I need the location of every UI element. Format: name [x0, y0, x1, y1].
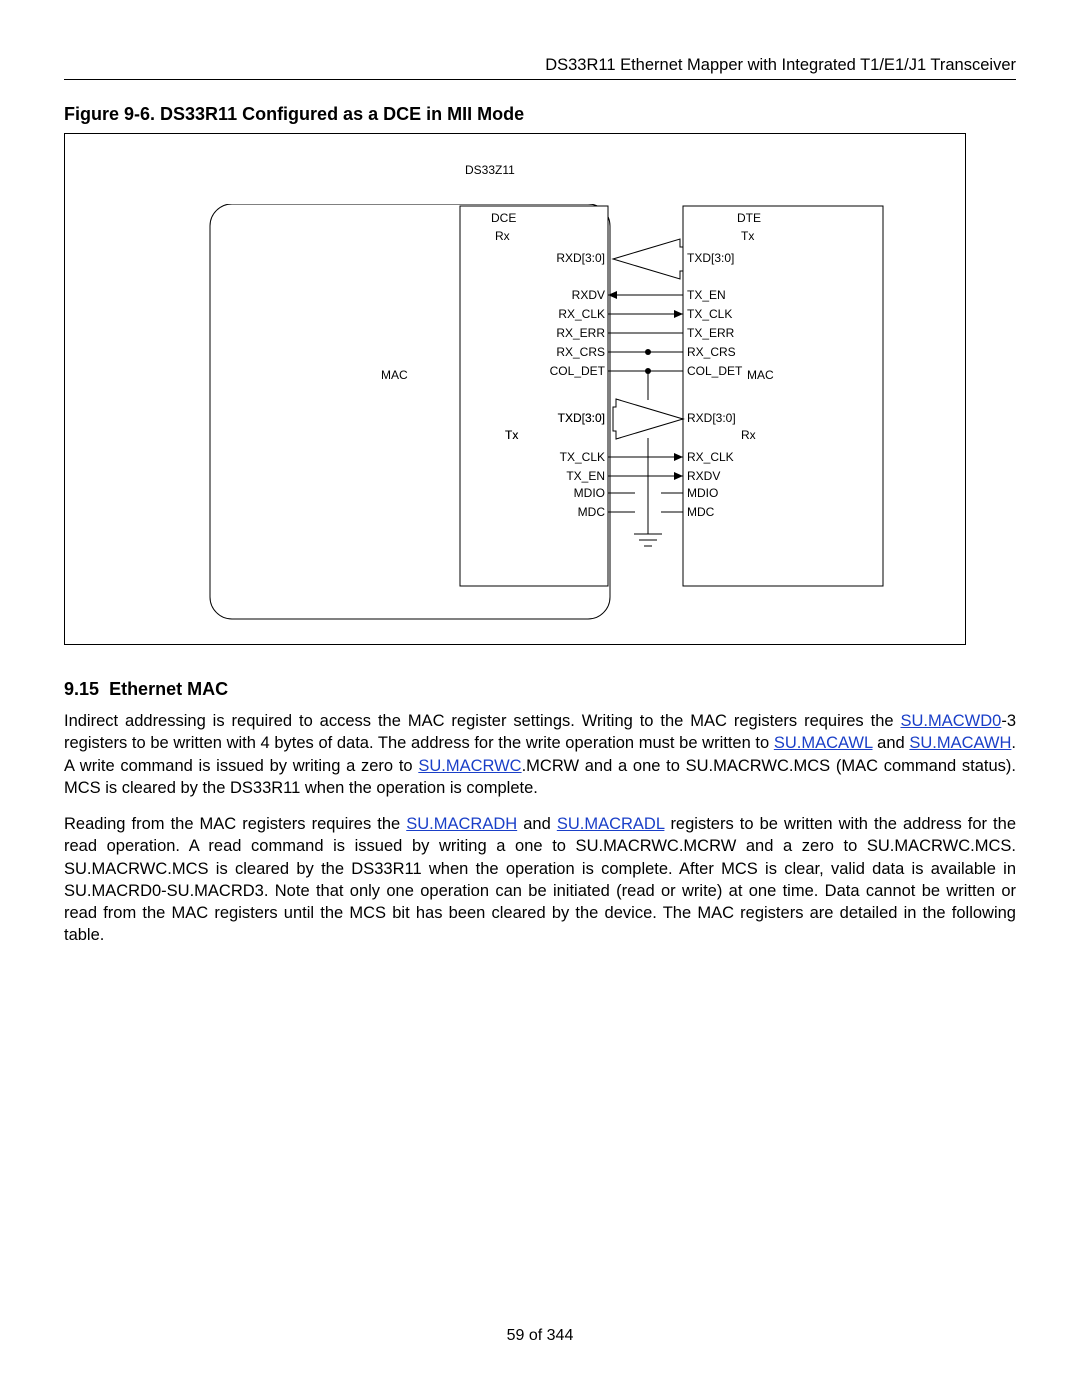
dte-mac: MAC	[747, 368, 774, 382]
dte-tx: Tx	[741, 229, 754, 243]
link-macradl[interactable]: SU.MACRADL	[557, 815, 665, 833]
link-macwd0[interactable]: SU.MACWD0	[900, 712, 1001, 730]
link-macawl[interactable]: SU.MACAWL	[774, 734, 873, 752]
chip-label: DS33Z11	[465, 163, 515, 177]
section-heading: 9.15 Ethernet MAC	[64, 679, 1016, 700]
svg-text:TX_CLK: TX_CLK	[687, 307, 732, 321]
svg-text:Tx: Tx	[505, 428, 518, 442]
svg-text:TX_EN: TX_EN	[687, 288, 726, 302]
svg-text:RX_ERR: RX_ERR	[556, 326, 605, 340]
link-macradh[interactable]: SU.MACRADH	[406, 815, 517, 833]
svg-text:RXDV: RXDV	[687, 469, 720, 483]
paragraph-2: Reading from the MAC registers requires …	[64, 813, 1016, 947]
dce-mac: MAC	[381, 368, 408, 382]
page-footer: 59 of 344	[64, 1327, 1016, 1345]
svg-text:TX_CLK: TX_CLK	[560, 450, 605, 464]
paragraph-1: Indirect addressing is required to acces…	[64, 710, 1016, 799]
doc-title: DS33R11 Ethernet Mapper with Integrated …	[545, 56, 1016, 74]
svg-text:COL_DET: COL_DET	[687, 364, 743, 378]
dte-rx: Rx	[741, 428, 756, 442]
svg-text:TX_EN: TX_EN	[566, 469, 605, 483]
svg-text:RXD[3:0]: RXD[3:0]	[556, 251, 605, 265]
svg-text:RXD[3:0]: RXD[3:0]	[687, 411, 736, 425]
figure-diagram: DS33Z11 DCE DTE Rx Tx MAC MAC Tx Rx RXD[…	[64, 133, 966, 645]
svg-text:MDC: MDC	[578, 505, 606, 519]
svg-text:RX_CRS: RX_CRS	[687, 345, 736, 359]
svg-text:TXD[3:0]: TXD[3:0]	[558, 411, 605, 425]
svg-text:RX_CLK: RX_CLK	[687, 450, 734, 464]
dce-title: DCE	[491, 211, 516, 225]
section-num: 9.15	[64, 679, 99, 699]
svg-text:RXDV: RXDV	[572, 288, 605, 302]
page-number: 59 of 344	[507, 1327, 574, 1344]
svg-text:TXD[3:0]: TXD[3:0]	[687, 251, 734, 265]
page-header: DS33R11 Ethernet Mapper with Integrated …	[64, 56, 1016, 80]
dce-rx: Rx	[495, 229, 510, 243]
link-macawh[interactable]: SU.MACAWH	[909, 734, 1011, 752]
svg-text:RX_CLK: RX_CLK	[558, 307, 605, 321]
dte-title: DTE	[737, 211, 761, 225]
svg-text:MDC: MDC	[687, 505, 715, 519]
svg-text:COL_DET: COL_DET	[550, 364, 606, 378]
section-title: Ethernet MAC	[109, 679, 228, 699]
link-macrwc[interactable]: SU.MACRWC	[418, 757, 521, 775]
svg-text:TX_ERR: TX_ERR	[687, 326, 735, 340]
svg-text:MDIO: MDIO	[687, 486, 718, 500]
svg-text:MDIO: MDIO	[574, 486, 605, 500]
figure-caption: Figure 9-6. DS33R11 Configured as a DCE …	[64, 104, 1016, 125]
svg-text:RX_CRS: RX_CRS	[556, 345, 605, 359]
